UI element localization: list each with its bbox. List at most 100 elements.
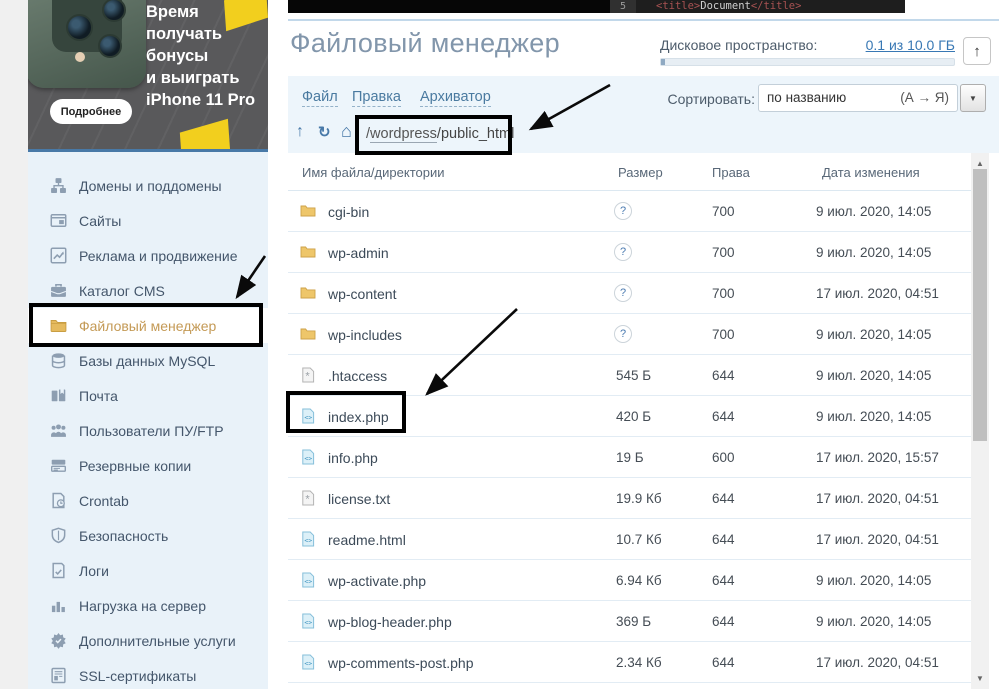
banner-line: iPhone 11 Pro [146,89,255,111]
file-name[interactable]: readme.html [328,532,406,548]
sort-dropdown-button[interactable]: ▼ [960,84,986,112]
file-name[interactable]: wp-admin [328,245,389,261]
file-date: 9 июл. 2020, 14:05 [816,614,931,629]
sidebar-item-backups[interactable]: Резервные копии [28,448,268,483]
file-rights: 700 [712,245,735,260]
table-row-wp-content[interactable]: wp-content ? 700 17 июл. 2020, 04:51 [288,273,971,314]
go-up-button[interactable]: ↑ [296,123,304,141]
file-date: 17 июл. 2020, 04:51 [816,655,939,670]
table-row-htaccess[interactable]: * .htaccess 545 Б 644 9 июл. 2020, 14:05 [288,355,971,396]
column-size: Размер [618,165,663,180]
sidebar-item-ssl[interactable]: SSL-сертификаты [28,658,268,689]
folder-size-query[interactable]: ? [614,243,632,261]
file-name[interactable]: wp-blog-header.php [328,614,452,630]
scrollbar-thumb[interactable] [973,169,987,441]
sidebar-item-security[interactable]: Безопасность [28,518,268,553]
folder-size-query[interactable]: ? [614,284,632,302]
file-table: Имя файла/директории Размер Права Дата и… [288,153,971,689]
folder-size-query[interactable]: ? [614,202,632,220]
ads-icon [50,247,67,264]
file-name[interactable]: index.php [328,409,389,425]
table-row-wp-includes[interactable]: wp-includes ? 700 9 июл. 2020, 14:05 [288,314,971,355]
folder-size-query[interactable]: ? [614,325,632,343]
sidebar-item-label: Сайты [79,213,121,229]
upload-icon: ↑ [973,43,981,60]
sidebar-item-ads[interactable]: Реклама и продвижение [28,238,268,273]
sidebar-item-label: Резервные копии [79,458,191,474]
sidebar-item-domains[interactable]: Домены и поддомены [28,168,268,203]
sidebar-item-label: Реклама и продвижение [79,248,238,264]
svg-text:<>: <> [304,619,312,627]
file-date: 17 июл. 2020, 15:57 [816,450,939,465]
table-scrollbar[interactable]: ▲ ▼ [971,153,989,689]
svg-text:<>: <> [304,455,312,463]
file-name[interactable]: license.txt [328,491,390,507]
refresh-button[interactable]: ↻ [318,123,331,141]
sidebar-item-crontab[interactable]: Crontab [28,483,268,518]
code-file-icon: <> [300,531,316,547]
page-title: Файловый менеджер [290,28,560,59]
svg-text:<>: <> [304,660,312,668]
file-name[interactable]: wp-content [328,286,396,302]
promo-banner[interactable]: Время получать бонусы и выиграть iPhone … [28,0,268,152]
sidebar-item-mysql[interactable]: Базы данных MySQL [28,343,268,378]
sidebar-item-services[interactable]: Дополнительные услуги [28,623,268,658]
table-row-wp-comments-post-php[interactable]: <> wp-comments-post.php 2.34 Кб 644 17 и… [288,642,971,683]
menu-file[interactable]: Файл [302,89,338,107]
folder-icon [300,285,316,301]
table-row-license-txt[interactable]: * license.txt 19.9 Кб 644 17 июл. 2020, … [288,478,971,519]
scrollbar-up-arrow[interactable]: ▲ [971,159,989,168]
toolbar: Файл Правка Архиватор Сортировать: по на… [288,76,999,153]
file-name[interactable]: cgi-bin [328,204,369,220]
file-name[interactable]: wp-includes [328,327,402,343]
sidebar-item-cms[interactable]: Каталог CMS [28,273,268,308]
file-size: 19.9 Кб [616,491,662,506]
file-size: 545 Б [616,368,651,383]
file-name[interactable]: info.php [328,450,378,466]
background-editor-strip[interactable]: 5 <title>Document</title> [288,0,905,13]
sidebar-item-mail[interactable]: Почта [28,378,268,413]
svg-text:<>: <> [304,537,312,545]
file-rights: 644 [712,532,735,547]
banner-details-button[interactable]: Подробнее [50,99,132,124]
table-row-info-php[interactable]: <> info.php 19 Б 600 17 июл. 2020, 15:57 [288,437,971,478]
config-file-icon: * [300,490,316,506]
banner-line: бонусы [146,45,255,67]
sidebar-item-label: Почта [79,388,118,404]
sidebar-item-server-load[interactable]: Нагрузка на сервер [28,588,268,623]
disk-space-used [661,59,665,65]
file-rights: 644 [712,573,735,588]
file-manager-page: Время получать бонусы и выиграть iPhone … [0,0,999,689]
menu-archiver[interactable]: Архиватор [420,89,491,107]
sort-select[interactable]: по названию (А → Я) [758,84,958,112]
sidebar-item-users[interactable]: Пользователи ПУ/FTP [28,413,268,448]
file-name[interactable]: wp-comments-post.php [328,655,474,671]
file-name[interactable]: .htaccess [328,368,387,384]
file-name[interactable]: wp-activate.php [328,573,426,589]
table-header: Имя файла/директории Размер Права Дата и… [288,153,971,191]
table-row-wp-blog-header-php[interactable]: <> wp-blog-header.php 369 Б 644 9 июл. 2… [288,601,971,642]
sort-selected-value: по названию [767,90,846,105]
menu-edit[interactable]: Правка [352,89,401,107]
disk-space-progressbar [660,58,955,66]
home-button[interactable]: ⌂ [341,121,352,142]
code-file-icon: <> [300,613,316,629]
table-row-readme-html[interactable]: <> readme.html 10.7 Кб 644 17 июл. 2020,… [288,519,971,560]
sidebar-item-file-manager[interactable]: Файловый менеджер [28,308,268,343]
path-segment-wordpress[interactable]: wordpress [370,126,437,143]
code-tag-close: </title> [751,0,802,12]
sidebar-item-sites[interactable]: Сайты [28,203,268,238]
table-row-index-php[interactable]: <> index.php 420 Б 644 9 июл. 2020, 14:0… [288,396,971,437]
config-file-icon: * [300,367,316,383]
table-row-wp-activate-php[interactable]: <> wp-activate.php 6.94 Кб 644 9 июл. 20… [288,560,971,601]
sidebar-item-label: Домены и поддомены [79,178,222,194]
scrollbar-down-arrow[interactable]: ▼ [971,674,989,683]
cms-icon [50,282,67,299]
sidebar-item-logs[interactable]: Логи [28,553,268,588]
banner-line: и выиграть [146,67,255,89]
sidebar-menu: Домены и поддомены Сайты Реклама и продв… [28,152,268,689]
upload-button[interactable]: ↑ [963,37,991,65]
table-row-cgi-bin[interactable]: cgi-bin ? 700 9 июл. 2020, 14:05 [288,191,971,232]
disk-space-value-link[interactable]: 0.1 из 10.0 ГБ [866,37,955,53]
table-row-wp-admin[interactable]: wp-admin ? 700 9 июл. 2020, 14:05 [288,232,971,273]
